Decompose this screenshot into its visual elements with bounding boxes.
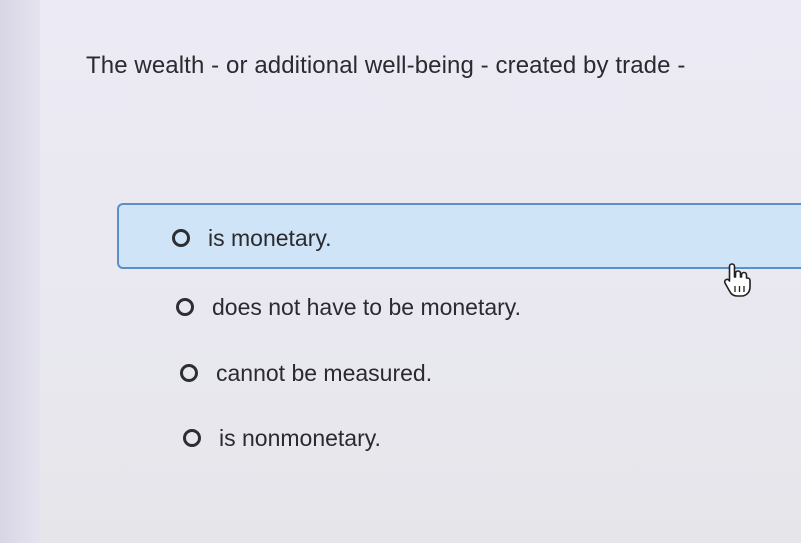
pointer-hand-icon <box>722 262 752 298</box>
radio-unselected-icon[interactable] <box>176 298 194 316</box>
radio-unselected-icon[interactable] <box>172 229 190 247</box>
option-label: is nonmonetary. <box>219 424 381 451</box>
option-is-nonmonetary[interactable]: is nonmonetary. <box>183 418 381 458</box>
radio-unselected-icon[interactable] <box>183 429 201 447</box>
option-does-not-have-to-be-monetary[interactable]: does not have to be monetary. <box>176 287 521 327</box>
option-is-monetary[interactable]: is monetary. <box>172 218 332 258</box>
option-label: does not have to be monetary. <box>212 293 521 320</box>
option-label: cannot be measured. <box>216 359 433 386</box>
radio-unselected-icon[interactable] <box>180 364 198 382</box>
answer-options: is monetary. does not have to be monetar… <box>0 0 801 543</box>
option-cannot-be-measured[interactable]: cannot be measured. <box>180 353 432 393</box>
option-label: is monetary. <box>208 224 332 251</box>
